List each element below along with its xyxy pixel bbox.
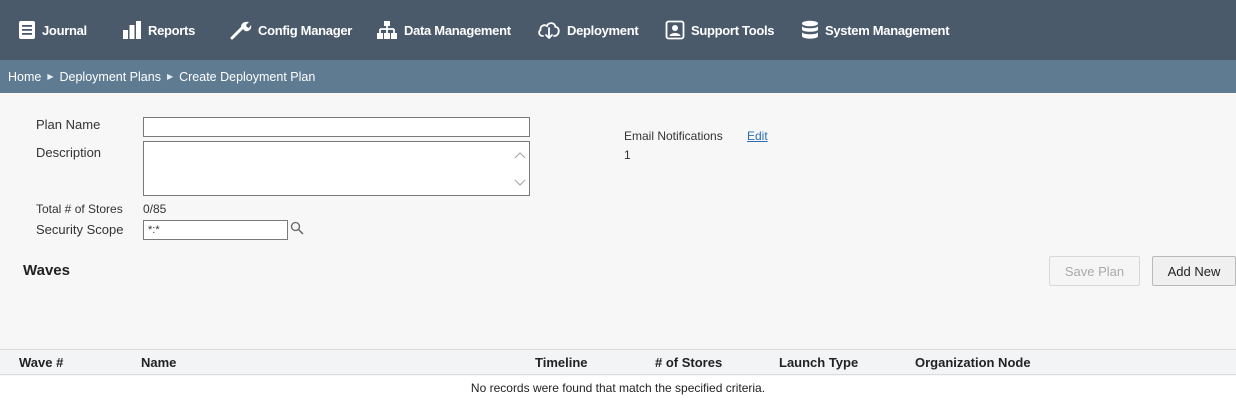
- breadcrumb-separator: ▶: [47, 72, 54, 81]
- nav-item-label: Deployment: [567, 22, 639, 38]
- email-notifications-edit-link[interactable]: Edit: [747, 129, 768, 143]
- total-stores-label: Total # of Stores: [36, 202, 123, 216]
- column-wave-number[interactable]: Wave #: [19, 355, 63, 370]
- nav-item-label: Data Management: [404, 22, 511, 38]
- column-launch-type[interactable]: Launch Type: [779, 355, 858, 370]
- nav-item-data-management[interactable]: Data Management: [376, 0, 511, 60]
- description-label: Description: [36, 145, 102, 160]
- nav-item-label: Config Manager: [258, 22, 353, 38]
- add-new-button[interactable]: Add New: [1152, 256, 1236, 286]
- hierarchy-icon: [377, 21, 397, 39]
- nav-item-deployment[interactable]: Deployment: [537, 0, 639, 60]
- column-number-of-stores[interactable]: # of Stores: [655, 355, 722, 370]
- create-plan-form: Plan Name Description Total # of Stores …: [0, 93, 1236, 416]
- nav-item-system-management[interactable]: System Management: [801, 0, 950, 60]
- nav-item-reports[interactable]: Reports: [122, 0, 195, 60]
- textarea-scrollbar[interactable]: [513, 144, 527, 194]
- wrench-icon: [230, 21, 252, 40]
- nav-item-label: System Management: [825, 22, 950, 38]
- breadcrumb: Home ▶ Deployment Plans ▶ Create Deploym…: [0, 60, 1236, 93]
- column-timeline[interactable]: Timeline: [535, 355, 588, 370]
- security-scope-label: Security Scope: [36, 222, 124, 237]
- breadcrumb-home[interactable]: Home: [8, 70, 41, 84]
- nav-item-label: Reports: [148, 22, 196, 38]
- breadcrumb-separator: ▶: [166, 72, 174, 81]
- description-textarea[interactable]: [143, 141, 530, 196]
- save-plan-button[interactable]: Save Plan: [1049, 256, 1140, 286]
- search-icon[interactable]: [290, 221, 304, 235]
- waves-grid-header: Wave # Name Timeline # of Stores Launch …: [0, 349, 1236, 375]
- waves-grid-body: No records were found that match the spe…: [0, 376, 1236, 416]
- plan-name-label: Plan Name: [36, 117, 101, 132]
- empty-grid-message: No records were found that match the spe…: [470, 381, 766, 395]
- security-scope-input[interactable]: [143, 220, 288, 240]
- column-name[interactable]: Name: [141, 355, 176, 370]
- column-organization-node[interactable]: Organization Node: [915, 355, 1031, 370]
- email-notifications-count: 1: [624, 148, 631, 162]
- cloud-download-icon: [538, 22, 560, 40]
- waves-title: Waves: [23, 262, 70, 279]
- scroll-up-icon: [514, 152, 526, 159]
- journal-icon: [19, 21, 35, 39]
- breadcrumb-current: Create Deployment Plan: [179, 69, 316, 84]
- scroll-down-icon: [514, 179, 526, 186]
- breadcrumb-deployment-plans[interactable]: Deployment Plans: [60, 70, 161, 84]
- email-notifications-label: Email Notifications: [624, 129, 723, 143]
- database-icon: [802, 20, 818, 39]
- nav-item-support-tools[interactable]: Support Tools: [665, 0, 775, 60]
- nav-item-label: Support Tools: [691, 22, 775, 38]
- nav-item-journal[interactable]: Journal: [18, 0, 87, 60]
- support-person-icon: [665, 20, 685, 40]
- nav-item-config-manager[interactable]: Config Manager: [230, 0, 352, 60]
- plan-name-input[interactable]: [143, 117, 530, 137]
- bar-chart-icon: [123, 21, 141, 39]
- nav-item-label: Journal: [42, 22, 87, 38]
- total-stores-value: 0/85: [143, 202, 167, 216]
- top-navigation: Journal Reports Config Manager Data Mana…: [0, 0, 1236, 60]
